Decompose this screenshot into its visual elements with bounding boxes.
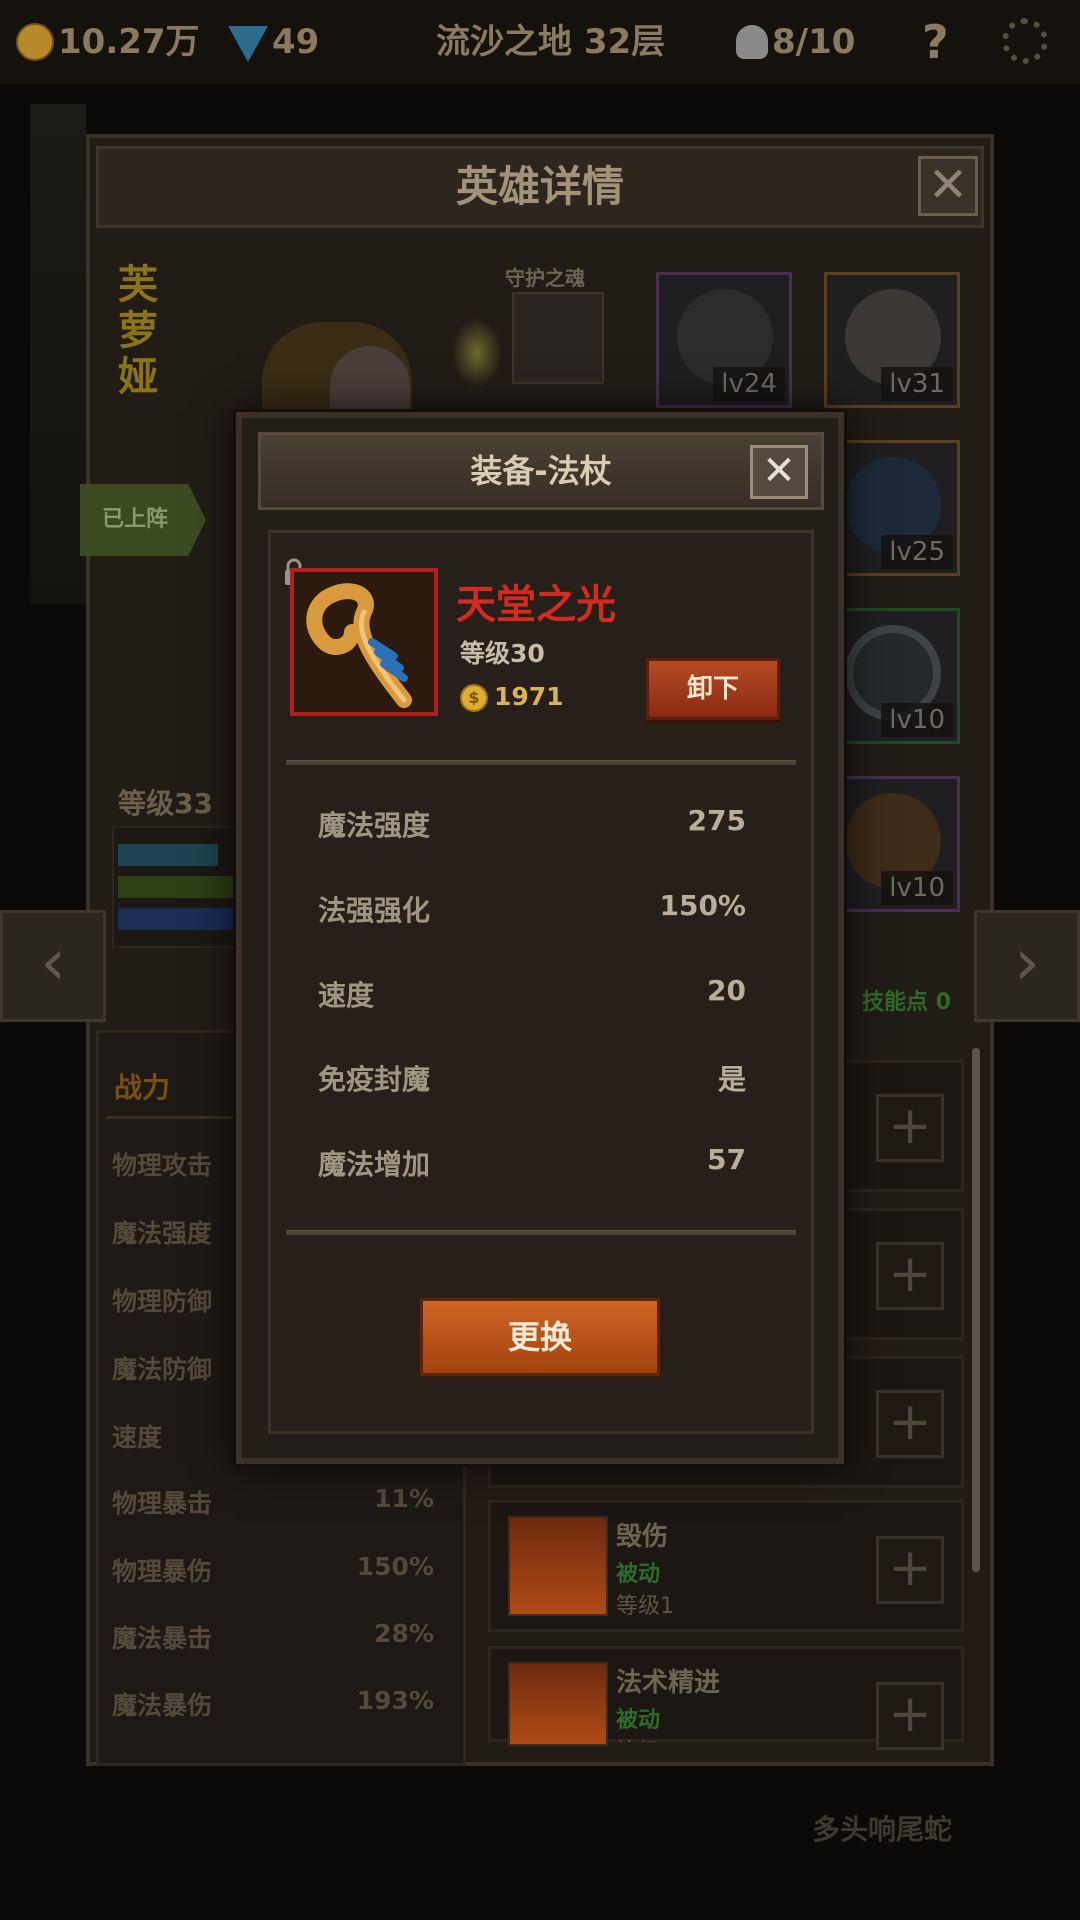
stat-label: 物理暴伤 xyxy=(112,1557,213,1586)
equip-level: lv10 xyxy=(881,703,953,737)
attr-value: 150% xyxy=(659,889,746,922)
skill-points: 技能点 0 xyxy=(862,990,951,1015)
item-level: 等级30 xyxy=(460,639,545,668)
gem-icon xyxy=(228,26,268,62)
stat-value: 11% xyxy=(374,1484,434,1513)
unequip-button[interactable]: 卸下 xyxy=(646,658,780,720)
mana-bar xyxy=(118,908,238,930)
stat-row: 魔法暴击 28% xyxy=(112,1619,434,1659)
staff-icon xyxy=(294,572,434,712)
attr-label: 速度 xyxy=(318,979,375,1012)
equip-level: lv10 xyxy=(881,871,953,905)
equip-slot-shield[interactable]: lv10 xyxy=(824,776,960,912)
equipment-dialog-title: 装备-法杖 xyxy=(470,452,612,490)
stamina-count: 8/10 xyxy=(772,22,856,62)
divider-top xyxy=(286,760,796,765)
skill-upgrade-plus-icon[interactable]: + xyxy=(876,1536,944,1604)
skill-level: 等级0 xyxy=(616,1734,674,1742)
replace-button[interactable]: 更换 xyxy=(420,1298,660,1376)
equip-slot-boots[interactable]: lv25 xyxy=(824,440,960,576)
item-name: 天堂之光 xyxy=(456,582,616,628)
stat-label: 魔法强度 xyxy=(112,1219,213,1248)
staff-glow-art xyxy=(452,318,502,388)
skill-name: 法术精进 xyxy=(616,1668,721,1698)
stat-label: 物理攻击 xyxy=(112,1151,213,1180)
skill-upgrade-plus-icon[interactable]: + xyxy=(876,1094,944,1162)
stat-label: 物理暴击 xyxy=(112,1489,213,1518)
skill-upgrade-plus-icon[interactable]: + xyxy=(876,1390,944,1458)
coin-icon: $ xyxy=(460,684,488,712)
ruin-skill-icon xyxy=(508,1516,608,1616)
settings-gear-icon[interactable] xyxy=(1002,18,1048,64)
stat-value: 193% xyxy=(356,1686,434,1715)
stat-label: 魔法防御 xyxy=(112,1355,213,1384)
stat-value: 150% xyxy=(356,1552,434,1581)
skill-list-scrollbar[interactable] xyxy=(972,1048,980,1572)
hp-bar xyxy=(118,844,218,866)
stat-label: 速度 xyxy=(112,1423,163,1452)
deployed-tag: 已上阵 xyxy=(80,484,206,556)
hero-detail-close-icon[interactable]: ✕ xyxy=(918,156,978,216)
skill-name: 毁伤 xyxy=(616,1522,669,1552)
equip-level: lv24 xyxy=(713,367,785,401)
equip-level: lv31 xyxy=(881,367,953,401)
attr-value: 275 xyxy=(687,804,746,837)
stat-label: 魔法暴击 xyxy=(112,1624,213,1653)
hero-detail-title: 英雄详情 xyxy=(455,162,624,211)
hero-portrait-strip xyxy=(30,104,86,604)
equip-slot-helmet[interactable]: lv24 xyxy=(656,272,792,408)
stat-row: 魔法暴伤 193% xyxy=(112,1686,434,1726)
attr-label: 法强强化 xyxy=(318,894,431,927)
equip-level: lv25 xyxy=(881,535,953,569)
location-label: 流沙之地 32层 xyxy=(436,22,666,62)
help-icon[interactable]: ? xyxy=(922,0,949,84)
previous-hero-arrow-icon[interactable]: ‹ xyxy=(0,910,106,1022)
skill-upgrade-plus-icon[interactable]: + xyxy=(876,1682,944,1750)
item-image-frame xyxy=(290,568,438,716)
attr-value: 20 xyxy=(707,974,746,1007)
guard-soul-label: 守护之魂 xyxy=(505,266,585,290)
close-icon[interactable]: ✕ xyxy=(750,445,808,499)
attr-value: 57 xyxy=(707,1143,746,1176)
hero-name: 芙萝娅 xyxy=(118,262,158,400)
attr-label: 魔法强度 xyxy=(318,809,431,842)
bottom-enemy-name: 多头响尾蛇 xyxy=(812,1813,953,1846)
item-price: 1971 xyxy=(494,682,564,711)
gold-coin-icon xyxy=(16,23,54,61)
attr-value: 是 xyxy=(717,1063,746,1096)
skull-icon xyxy=(736,25,768,59)
equip-slot-ring[interactable]: lv10 xyxy=(824,608,960,744)
equip-slot-armor[interactable]: lv31 xyxy=(824,272,960,408)
exp-bar xyxy=(118,876,238,898)
skill-level: 等级1 xyxy=(616,1594,674,1619)
gem-amount: 49 xyxy=(272,22,320,62)
guard-soul-spider-icon[interactable] xyxy=(512,292,604,384)
skill-type: 被动 xyxy=(616,1708,661,1733)
spell-mastery-skill-icon xyxy=(508,1662,608,1746)
power-label: 战力 xyxy=(114,1071,171,1104)
skill-upgrade-plus-icon[interactable]: + xyxy=(876,1242,944,1310)
stat-value: 28% xyxy=(374,1619,434,1648)
skill-type: 被动 xyxy=(616,1562,661,1587)
stat-row: 物理暴伤 150% xyxy=(112,1552,434,1592)
hero-level: 等级33 xyxy=(118,787,213,820)
stat-row: 物理暴击 11% xyxy=(112,1484,434,1524)
gold-amount: 10.27万 xyxy=(58,22,200,62)
next-hero-arrow-icon[interactable]: › xyxy=(974,910,1080,1022)
attr-label: 免疫封魔 xyxy=(318,1063,431,1096)
divider-bottom xyxy=(286,1230,796,1235)
stat-label: 魔法暴伤 xyxy=(112,1691,213,1720)
stat-label: 物理防御 xyxy=(112,1287,213,1316)
attr-label: 魔法增加 xyxy=(318,1148,431,1181)
